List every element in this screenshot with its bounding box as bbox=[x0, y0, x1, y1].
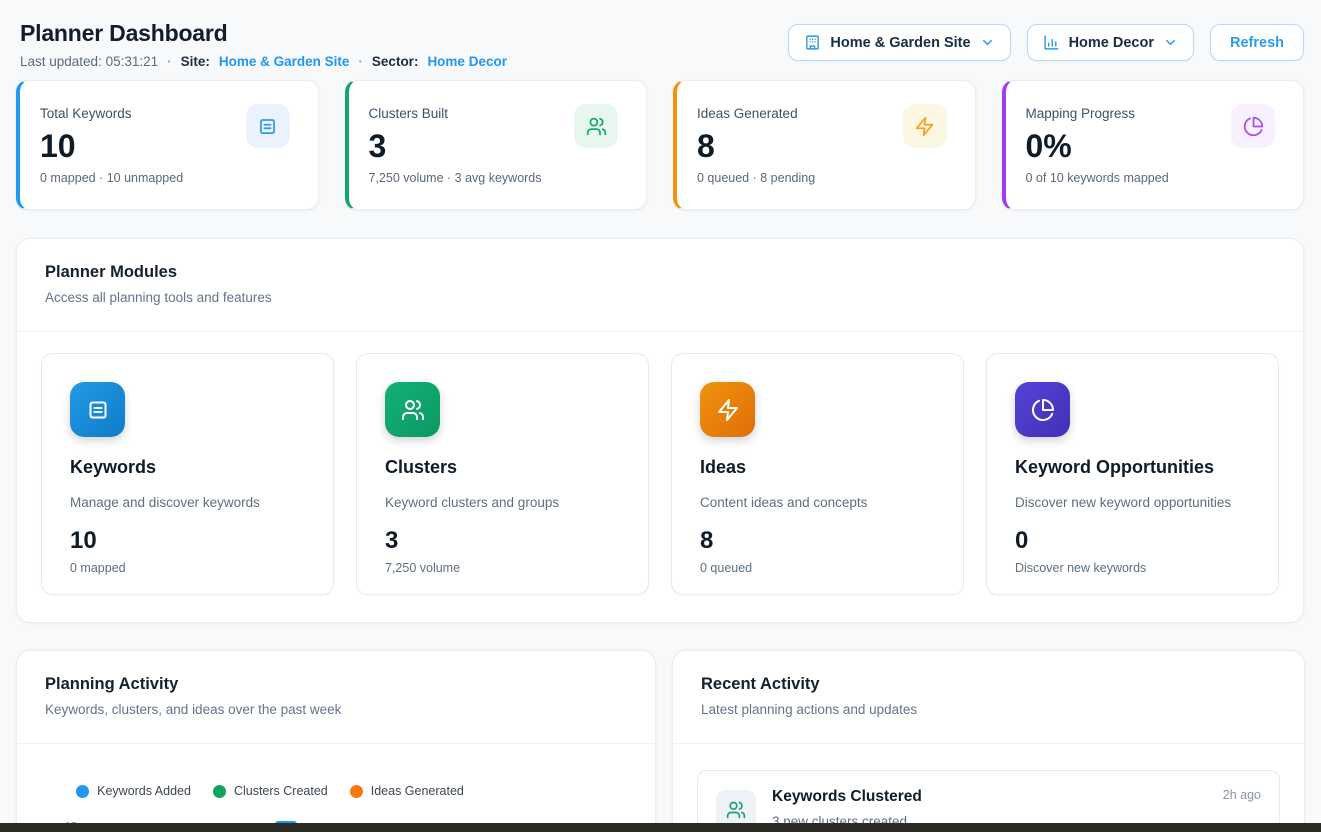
meta-separator: · bbox=[167, 54, 172, 69]
pie-chart-icon bbox=[1231, 104, 1275, 148]
last-updated-text: Last updated: 05:31:21 bbox=[20, 54, 158, 69]
module-card-ideas[interactable]: Ideas Content ideas and concepts 8 0 que… bbox=[671, 353, 964, 595]
module-description: Discover new keyword opportunities bbox=[1015, 495, 1252, 510]
divider bbox=[673, 743, 1304, 744]
document-icon bbox=[246, 104, 290, 148]
module-description: Manage and discover keywords bbox=[70, 495, 307, 510]
module-sub: 0 queued bbox=[700, 561, 937, 575]
modules-subtitle: Access all planning tools and features bbox=[45, 290, 1275, 305]
sector-label: Sector: bbox=[372, 54, 419, 69]
chevron-down-icon bbox=[1163, 35, 1178, 50]
recent-activity-header: Recent Activity Latest planning actions … bbox=[673, 651, 1304, 743]
page-title: Planner Dashboard bbox=[20, 20, 507, 47]
stats-row: Total Keywords 10 0 mapped · 10 unmapped… bbox=[16, 80, 1304, 210]
page-header: Planner Dashboard Last updated: 05:31:21… bbox=[0, 0, 1321, 69]
document-icon bbox=[70, 382, 125, 437]
module-sub: Discover new keywords bbox=[1015, 561, 1252, 575]
stat-sub: 0 queued · 8 pending bbox=[697, 171, 957, 185]
building-icon bbox=[804, 34, 821, 51]
module-title: Keyword Opportunities bbox=[1015, 457, 1252, 478]
site-link[interactable]: Home & Garden Site bbox=[219, 54, 350, 69]
bar-chart-icon bbox=[1043, 34, 1060, 51]
planner-dashboard-page: Planner Dashboard Last updated: 05:31:21… bbox=[0, 0, 1321, 832]
sector-selector-label: Home Decor bbox=[1069, 35, 1154, 51]
stat-card-total-keywords: Total Keywords 10 0 mapped · 10 unmapped bbox=[16, 80, 319, 210]
meta-row: Last updated: 05:31:21 · Site: Home & Ga… bbox=[20, 54, 507, 69]
stat-sub: 7,250 volume · 3 avg keywords bbox=[369, 171, 629, 185]
pie-chart-icon bbox=[1015, 382, 1070, 437]
users-icon bbox=[574, 104, 618, 148]
module-title: Keywords bbox=[70, 457, 307, 478]
legend-dot-icon bbox=[213, 785, 226, 798]
screen-edge-strip bbox=[0, 823, 1321, 832]
legend-item-keywords-added[interactable]: Keywords Added bbox=[76, 784, 191, 798]
stat-sub: 0 mapped · 10 unmapped bbox=[40, 171, 300, 185]
module-description: Keyword clusters and groups bbox=[385, 495, 622, 510]
meta-separator: · bbox=[358, 54, 363, 69]
planning-activity-title: Planning Activity bbox=[45, 675, 627, 694]
module-description: Content ideas and concepts bbox=[700, 495, 937, 510]
users-icon bbox=[385, 382, 440, 437]
planning-activity-panel: Planning Activity Keywords, clusters, an… bbox=[16, 650, 656, 832]
legend-dot-icon bbox=[76, 785, 89, 798]
chart-legend: Keywords Added Clusters Created Ideas Ge… bbox=[0, 744, 589, 798]
bottom-row: Planning Activity Keywords, clusters, an… bbox=[16, 650, 1304, 832]
recent-activity-panel: Recent Activity Latest planning actions … bbox=[672, 650, 1305, 832]
planning-activity-header: Planning Activity Keywords, clusters, an… bbox=[17, 651, 655, 743]
bolt-icon bbox=[903, 104, 947, 148]
activity-item-title: Keywords Clustered bbox=[772, 788, 922, 806]
legend-label: Ideas Generated bbox=[371, 784, 464, 798]
legend-dot-icon bbox=[350, 785, 363, 798]
modules-title: Planner Modules bbox=[45, 263, 1275, 282]
modules-grid: Keywords Manage and discover keywords 10… bbox=[17, 332, 1303, 622]
sector-link[interactable]: Home Decor bbox=[427, 54, 507, 69]
header-actions: Home & Garden Site Home Decor Refresh bbox=[788, 24, 1304, 61]
legend-label: Keywords Added bbox=[97, 784, 191, 798]
recent-activity-title: Recent Activity bbox=[701, 675, 1276, 694]
module-value: 10 bbox=[70, 529, 307, 553]
module-card-keywords[interactable]: Keywords Manage and discover keywords 10… bbox=[41, 353, 334, 595]
site-selector-label: Home & Garden Site bbox=[830, 35, 970, 51]
stat-card-clusters-built: Clusters Built 3 7,250 volume · 3 avg ke… bbox=[345, 80, 648, 210]
activity-item-time: 2h ago bbox=[1223, 788, 1261, 802]
module-value: 8 bbox=[700, 529, 937, 553]
stat-sub: 0 of 10 keywords mapped bbox=[1026, 171, 1286, 185]
activity-chart: Keywords Added Clusters Created Ideas Ge… bbox=[17, 744, 655, 832]
header-left: Planner Dashboard Last updated: 05:31:21… bbox=[20, 20, 507, 69]
modules-panel-header: Planner Modules Access all planning tool… bbox=[17, 239, 1303, 331]
site-label: Site: bbox=[181, 54, 210, 69]
module-card-keyword-opportunities[interactable]: Keyword Opportunities Discover new keywo… bbox=[986, 353, 1279, 595]
stat-card-mapping-progress: Mapping Progress 0% 0 of 10 keywords map… bbox=[1002, 80, 1305, 210]
refresh-button[interactable]: Refresh bbox=[1210, 24, 1304, 61]
recent-activity-subtitle: Latest planning actions and updates bbox=[701, 702, 1276, 717]
chevron-down-icon bbox=[980, 35, 995, 50]
bolt-icon bbox=[700, 382, 755, 437]
sector-selector-dropdown[interactable]: Home Decor bbox=[1027, 24, 1194, 61]
stat-card-ideas-generated: Ideas Generated 8 0 queued · 8 pending bbox=[673, 80, 976, 210]
module-card-clusters[interactable]: Clusters Keyword clusters and groups 3 7… bbox=[356, 353, 649, 595]
module-value: 0 bbox=[1015, 529, 1252, 553]
module-sub: 7,250 volume bbox=[385, 561, 622, 575]
legend-item-ideas-generated[interactable]: Ideas Generated bbox=[350, 784, 464, 798]
module-sub: 0 mapped bbox=[70, 561, 307, 575]
module-title: Clusters bbox=[385, 457, 622, 478]
legend-label: Clusters Created bbox=[234, 784, 328, 798]
legend-item-clusters-created[interactable]: Clusters Created bbox=[213, 784, 328, 798]
module-value: 3 bbox=[385, 529, 622, 553]
site-selector-dropdown[interactable]: Home & Garden Site bbox=[788, 24, 1010, 61]
planning-activity-subtitle: Keywords, clusters, and ideas over the p… bbox=[45, 702, 627, 717]
module-title: Ideas bbox=[700, 457, 937, 478]
planner-modules-panel: Planner Modules Access all planning tool… bbox=[16, 238, 1304, 623]
